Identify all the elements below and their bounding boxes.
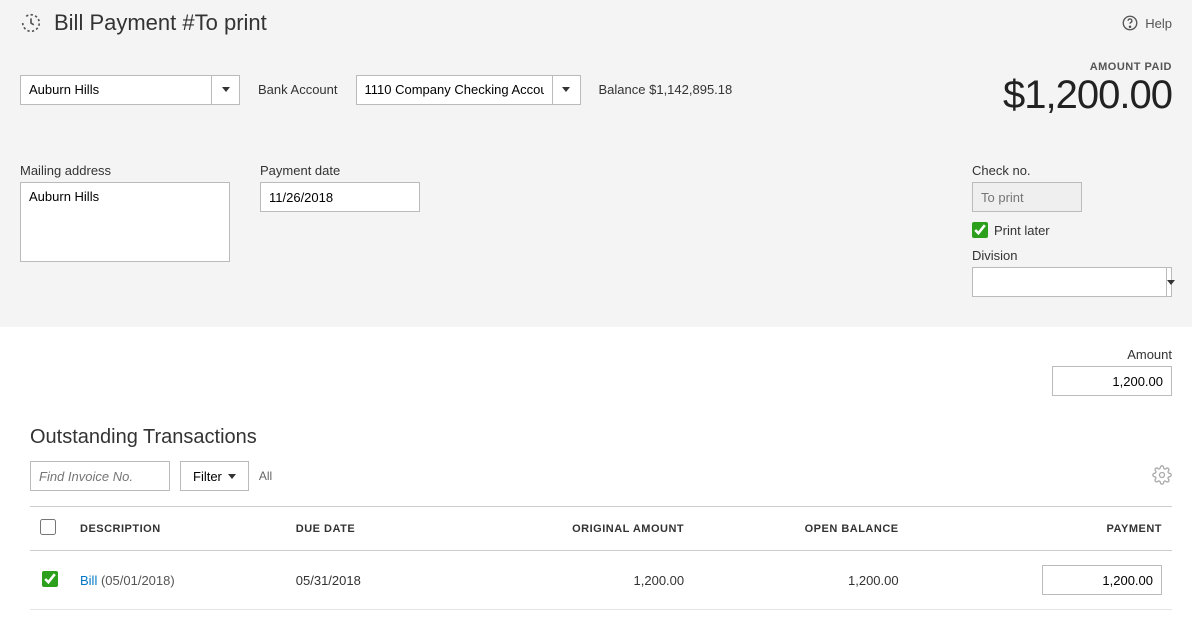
bank-account-select[interactable] bbox=[356, 75, 581, 105]
balance-display: Balance $1,142,895.18 bbox=[599, 82, 733, 97]
filter-button[interactable]: Filter bbox=[180, 461, 249, 491]
amount-paid-value: $1,200.00 bbox=[1003, 73, 1172, 118]
row-checkbox[interactable] bbox=[42, 571, 58, 587]
chevron-down-icon bbox=[222, 87, 230, 92]
col-original-amount: ORIGINAL AMOUNT bbox=[446, 507, 694, 551]
print-later-checkbox[interactable] bbox=[972, 222, 988, 238]
payment-date-label: Payment date bbox=[260, 163, 420, 178]
bank-account-caret[interactable] bbox=[552, 76, 580, 104]
division-label: Division bbox=[972, 248, 1172, 263]
chevron-down-icon bbox=[228, 474, 236, 479]
gear-icon[interactable] bbox=[1152, 465, 1172, 488]
col-payment: PAYMENT bbox=[909, 507, 1172, 551]
division-input[interactable] bbox=[973, 268, 1166, 296]
bank-account-label: Bank Account bbox=[258, 82, 338, 97]
check-no-label: Check no. bbox=[972, 163, 1172, 178]
help-label: Help bbox=[1145, 16, 1172, 31]
payment-input[interactable] bbox=[1042, 565, 1162, 595]
amount-label: Amount bbox=[1127, 347, 1172, 362]
page-title: Bill Payment #To print bbox=[54, 10, 1121, 36]
mailing-address-input[interactable]: Auburn Hills bbox=[20, 182, 230, 262]
payment-date-input[interactable] bbox=[260, 182, 420, 212]
division-caret[interactable] bbox=[1166, 268, 1175, 296]
original-amount-cell: 1,200.00 bbox=[446, 551, 694, 610]
help-button[interactable]: Help bbox=[1121, 14, 1172, 32]
col-open-balance: OPEN BALANCE bbox=[694, 507, 908, 551]
bill-link[interactable]: Bill bbox=[80, 573, 97, 588]
open-balance-cell: 1,200.00 bbox=[694, 551, 908, 610]
division-select[interactable] bbox=[972, 267, 1172, 297]
chevron-down-icon bbox=[562, 87, 570, 92]
select-all-checkbox[interactable] bbox=[40, 519, 56, 535]
history-icon[interactable] bbox=[20, 12, 42, 34]
due-date-cell: 05/31/2018 bbox=[286, 551, 446, 610]
filter-all-label: All bbox=[259, 469, 272, 483]
table-row: Bill (05/01/2018) 05/31/2018 1,200.00 1,… bbox=[30, 551, 1172, 610]
payee-caret[interactable] bbox=[211, 76, 239, 104]
amount-input[interactable] bbox=[1052, 366, 1172, 396]
check-no-input[interactable] bbox=[972, 182, 1082, 212]
print-later-label: Print later bbox=[994, 223, 1050, 238]
col-description: DESCRIPTION bbox=[70, 507, 286, 551]
payee-select[interactable] bbox=[20, 75, 240, 105]
mailing-address-label: Mailing address bbox=[20, 163, 230, 178]
chevron-down-icon bbox=[1167, 280, 1175, 285]
payee-input[interactable] bbox=[21, 76, 211, 104]
col-due-date: DUE DATE bbox=[286, 507, 446, 551]
find-invoice-input[interactable] bbox=[30, 461, 170, 491]
outstanding-title: Outstanding Transactions bbox=[30, 426, 1172, 449]
bill-date: (05/01/2018) bbox=[101, 573, 175, 588]
bank-account-input[interactable] bbox=[357, 76, 552, 104]
amount-paid-label: AMOUNT PAID bbox=[1003, 61, 1172, 73]
